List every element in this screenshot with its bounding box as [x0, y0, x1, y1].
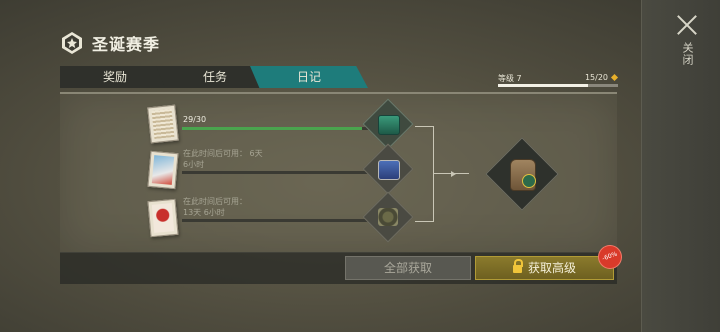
food-crate-icon: [378, 160, 400, 180]
unlock-time-line: 13天 6小时: [183, 208, 225, 217]
arrow-right-icon: [451, 171, 456, 177]
close-label: 关闭: [681, 42, 694, 66]
diary-row: 在此时间后可用： 13天 6小时: [60, 191, 617, 243]
lock-icon: [512, 259, 523, 273]
diary-panel: 29/30 在此时间后可用： 6天 6小时 在此时间后可用： 13天 6小时: [60, 92, 617, 253]
wanted-poster-card[interactable]: [147, 104, 179, 144]
claim-all-button[interactable]: 全部获取: [345, 256, 471, 280]
side-panel: 关闭: [641, 0, 720, 332]
task-progress-text: 29/30: [183, 115, 207, 124]
page-header: 圣诞赛季: [60, 28, 160, 58]
level-progress-bar: [498, 84, 618, 87]
level-indicator: 等级 7 15/20: [498, 73, 619, 89]
task-progress-fill: [182, 127, 363, 130]
task-progress-bar: [182, 171, 368, 174]
landmine-icon: [378, 208, 398, 226]
level-progress-fill: [498, 84, 588, 87]
final-reward-slot[interactable]: [485, 137, 559, 211]
season-emblem-icon: [62, 32, 82, 54]
tab-bar: 奖励 任务 日记: [60, 66, 380, 88]
unlock-time-text: 在此时间后可用： 6天 6小时: [183, 148, 263, 170]
level-label: 等级 7: [498, 74, 522, 83]
diamond-icon: [610, 73, 619, 82]
winter-card[interactable]: [147, 150, 179, 190]
unlock-time-line: 在此时间后可用：: [183, 197, 247, 206]
reward-slot[interactable]: [362, 191, 414, 243]
level-progress-text: 15/20: [584, 73, 608, 82]
tab-rewards[interactable]: 奖励: [60, 66, 170, 88]
reward-slot[interactable]: [362, 143, 414, 195]
task-progress-bar: [182, 127, 368, 130]
unlock-time-line: 6小时: [183, 160, 205, 169]
reward-slot[interactable]: [362, 98, 414, 150]
reward-bracket: [415, 126, 434, 222]
close-icon: [676, 14, 698, 36]
get-premium-button[interactable]: 获取高级: [475, 256, 614, 280]
tab-diary[interactable]: 日记: [250, 66, 368, 88]
unlock-time-text: 在此时间后可用： 13天 6小时: [183, 196, 247, 218]
diary-row: 29/30: [60, 98, 617, 150]
get-premium-label: 获取高级: [527, 261, 576, 275]
ammo-box-icon: [378, 115, 400, 135]
premium-badge-icon: [522, 174, 536, 188]
task-progress-bar: [182, 219, 368, 222]
page-title: 圣诞赛季: [92, 35, 161, 54]
playing-card[interactable]: [147, 198, 179, 238]
action-bar: 全部获取 获取高级: [60, 252, 617, 284]
unlock-time-line: 在此时间后可用： 6天: [183, 149, 263, 158]
close-button[interactable]: 关闭: [664, 12, 708, 70]
